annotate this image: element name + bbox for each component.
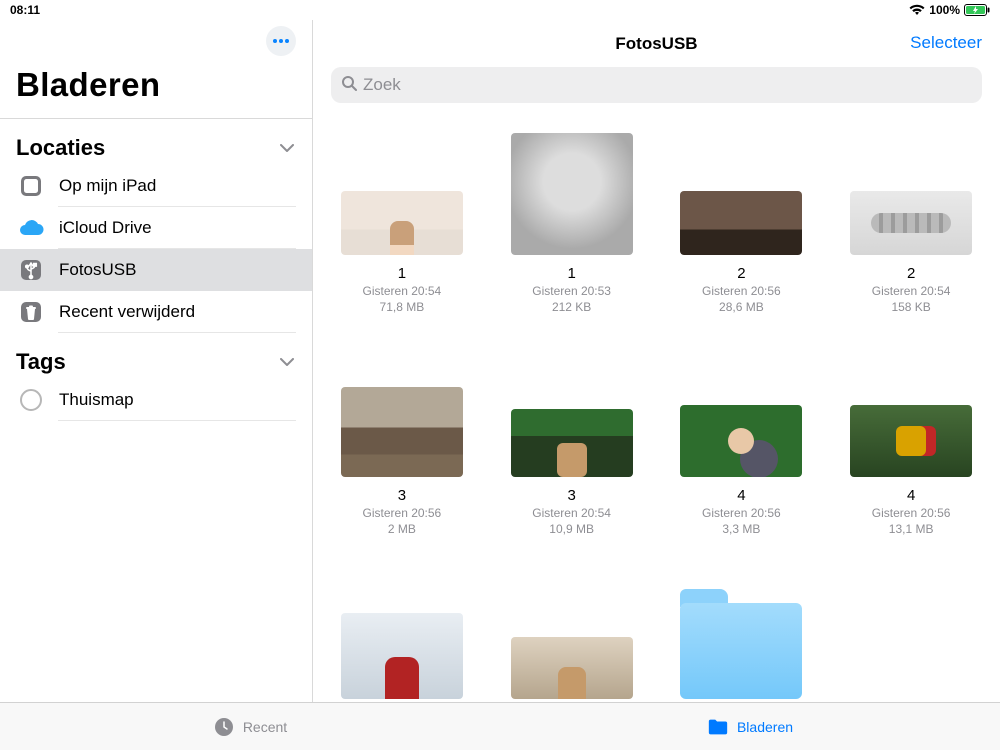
file-name: 2 — [737, 265, 745, 282]
folder-icon — [680, 603, 802, 699]
chevron-down-icon — [280, 358, 294, 367]
tab-bar: Recent Bladeren — [0, 702, 1000, 750]
file-thumbnail — [511, 409, 633, 477]
sidebar-item-icloud-drive[interactable]: iCloud Drive — [0, 207, 312, 249]
tab-label: Recent — [243, 719, 287, 735]
search-input[interactable] — [363, 75, 972, 95]
file-thumbnail — [680, 191, 802, 255]
sidebar-item-label: iCloud Drive — [59, 218, 152, 238]
sidebar: Bladeren Locaties Op mijn iPad iCloud Dr… — [0, 20, 313, 702]
trash-icon — [16, 297, 46, 327]
sidebar-item-tag-thuismap[interactable]: Thuismap — [0, 379, 312, 421]
search-field[interactable] — [331, 67, 982, 103]
file-name: 4 — [737, 487, 745, 504]
status-bar: 08:11 100% — [0, 0, 1000, 20]
locations-list: Op mijn iPad iCloud Drive FotosUSB — [0, 165, 312, 333]
file-meta: Gisteren 20:562 MB — [363, 506, 442, 537]
file-name: 4 — [907, 487, 915, 504]
sidebar-title: Bladeren — [0, 56, 312, 118]
sidebar-item-fotosusb[interactable]: FotosUSB — [0, 249, 312, 291]
file-tile[interactable] — [335, 577, 469, 702]
file-tile[interactable]: 4 Gisteren 20:563,3 MB — [675, 355, 809, 537]
file-meta: Gisteren 20:5471,8 MB — [363, 284, 442, 315]
file-thumbnail — [511, 133, 633, 255]
sidebar-item-label: Op mijn iPad — [59, 176, 156, 196]
file-tile[interactable]: 3 Gisteren 20:562 MB — [335, 355, 469, 537]
chevron-down-icon — [280, 144, 294, 153]
file-thumbnail — [511, 637, 633, 699]
file-meta: Gisteren 20:5613,1 MB — [872, 506, 951, 537]
tag-circle-icon — [16, 385, 46, 415]
clock-icon — [213, 717, 235, 737]
file-tile[interactable]: 2 Gisteren 20:54158 KB — [844, 133, 978, 315]
file-thumbnail — [680, 405, 802, 477]
folder-icon — [707, 717, 729, 737]
file-tile[interactable]: 1 Gisteren 20:53212 KB — [505, 133, 639, 315]
tags-list: Thuismap — [0, 379, 312, 421]
section-title: Tags — [16, 349, 66, 375]
sidebar-item-label: Thuismap — [59, 390, 134, 410]
status-time: 08:11 — [10, 3, 40, 17]
file-name: 2 — [907, 265, 915, 282]
search-icon — [341, 75, 357, 96]
section-header-tags[interactable]: Tags — [0, 333, 312, 379]
cloud-icon — [16, 213, 46, 243]
file-thumbnail — [850, 405, 972, 477]
file-tile[interactable]: 4 Gisteren 20:5613,1 MB — [844, 355, 978, 537]
file-meta: Gisteren 20:54158 KB — [872, 284, 951, 315]
section-title: Locaties — [16, 135, 105, 161]
sidebar-item-label: Recent verwijderd — [59, 302, 195, 322]
tab-browse[interactable]: Bladeren — [500, 703, 1000, 750]
file-meta: Gisteren 20:5410,9 MB — [532, 506, 611, 537]
file-tile[interactable]: 1 Gisteren 20:5471,8 MB — [335, 133, 469, 315]
folder-title: FotosUSB — [615, 34, 697, 54]
content-header: FotosUSB Selecteer — [313, 26, 1000, 61]
file-meta: Gisteren 20:563,3 MB — [702, 506, 781, 537]
content-pane: FotosUSB Selecteer 1 Gisteren 20:5471,8 … — [313, 20, 1000, 702]
file-thumbnail — [341, 613, 463, 699]
more-button[interactable] — [266, 26, 296, 56]
tab-recent[interactable]: Recent — [0, 703, 500, 750]
file-tile[interactable] — [505, 577, 639, 702]
sidebar-item-on-my-ipad[interactable]: Op mijn iPad — [0, 165, 312, 207]
ellipsis-icon — [273, 39, 289, 43]
wifi-icon — [909, 4, 925, 16]
file-name: 1 — [567, 265, 575, 282]
usb-icon — [16, 255, 46, 285]
file-tile[interactable]: 3 Gisteren 20:5410,9 MB — [505, 355, 639, 537]
file-tile[interactable]: 2 Gisteren 20:5628,6 MB — [675, 133, 809, 315]
file-name: 1 — [398, 265, 406, 282]
file-thumbnail — [341, 191, 463, 255]
file-thumbnail — [341, 387, 463, 477]
section-header-locations[interactable]: Locaties — [0, 119, 312, 165]
select-button[interactable]: Selecteer — [910, 33, 982, 53]
file-thumbnail — [850, 191, 972, 255]
file-name: 3 — [567, 487, 575, 504]
ipad-icon — [16, 171, 46, 201]
file-meta: Gisteren 20:5628,6 MB — [702, 284, 781, 315]
folder-tile[interactable] — [675, 577, 809, 702]
sidebar-item-label: FotosUSB — [59, 260, 136, 280]
sidebar-item-recently-deleted[interactable]: Recent verwijderd — [0, 291, 312, 333]
tab-label: Bladeren — [737, 719, 793, 735]
file-grid: 1 Gisteren 20:5471,8 MB 1 Gisteren 20:53… — [335, 133, 978, 702]
status-battery-pct: 100% — [929, 3, 960, 17]
file-name: 3 — [398, 487, 406, 504]
file-meta: Gisteren 20:53212 KB — [532, 284, 611, 315]
battery-charging-icon — [964, 4, 990, 16]
